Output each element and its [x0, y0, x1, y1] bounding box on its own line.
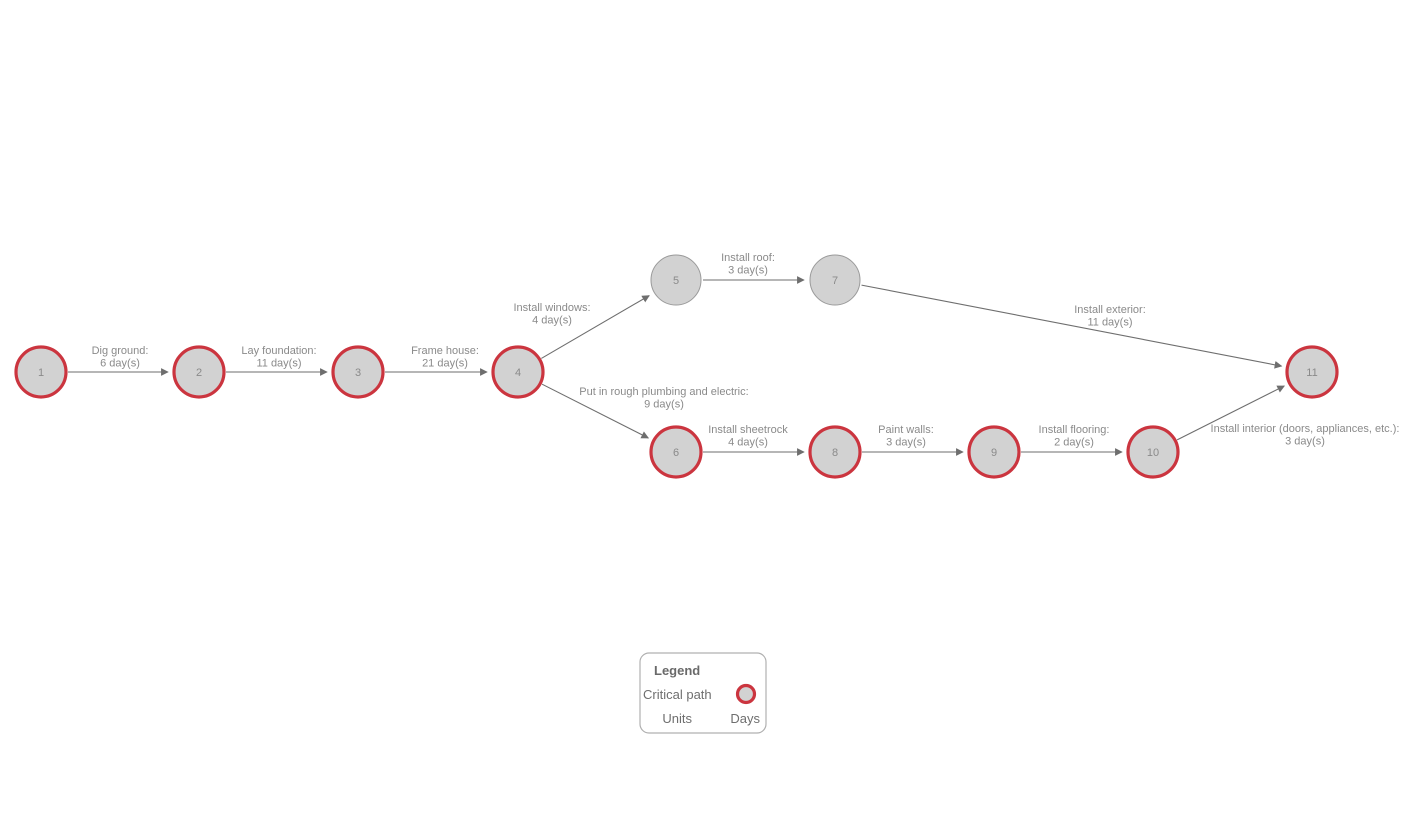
edge-duration: 21 day(s): [422, 358, 468, 370]
node-5[interactable]: 5: [650, 254, 702, 306]
node-4[interactable]: 4: [491, 345, 545, 399]
edge-duration: 4 day(s): [532, 315, 572, 327]
edge-7-to-11: [861, 284, 1283, 369]
node-label-7: 7: [832, 275, 838, 287]
node-label-1: 1: [38, 367, 44, 379]
node-label-4: 4: [515, 367, 521, 379]
edge-label-3-to-4: Frame house: 21 day(s): [411, 345, 479, 370]
edge-duration: 3 day(s): [1285, 436, 1325, 448]
legend-units-label: Units: [662, 711, 692, 726]
edge-label-6-to-8: Install sheetrock 4 day(s): [708, 424, 788, 449]
edge-label-4-to-5: Install windows: 4 day(s): [513, 302, 590, 327]
edge-task-name: Frame house:: [411, 345, 479, 357]
edge-task-name: Install exterior:: [1074, 304, 1146, 316]
edge-label-5-to-7: Install roof: 3 day(s): [721, 252, 775, 277]
edge-task-name: Install windows:: [513, 302, 590, 314]
edge-label-4-to-6: Put in rough plumbing and electric: 9 day…: [579, 386, 748, 411]
node-1[interactable]: 1: [14, 345, 68, 399]
edge-label-10-to-11: Install interior (doors, appliances, etc…: [1211, 423, 1400, 448]
edge-duration: 3 day(s): [728, 265, 768, 277]
edge-duration: 2 day(s): [1054, 437, 1094, 449]
edge-duration: 4 day(s): [728, 437, 768, 449]
edge-task-name: Install flooring:: [1039, 424, 1110, 436]
edge-label-9-to-10: Install flooring: 2 day(s): [1039, 424, 1110, 449]
edge-task-name: Paint walls:: [878, 424, 934, 436]
node-10[interactable]: 10: [1126, 425, 1180, 479]
edge-task-name: Lay foundation:: [241, 345, 316, 357]
node-7[interactable]: 7: [809, 254, 861, 306]
legend-critical-path-label: Critical path: [643, 687, 712, 702]
edge-duration: 6 day(s): [100, 358, 140, 370]
critical-path-swatch-icon: [735, 683, 757, 705]
edge-label-8-to-9: Paint walls: 3 day(s): [878, 424, 934, 449]
legend: Legend Critical path Units Days: [639, 652, 767, 734]
legend-title: Legend: [654, 663, 700, 678]
node-label-5: 5: [673, 275, 679, 287]
edge-duration: 9 day(s): [644, 399, 684, 411]
edge-label-1-to-2: Dig ground: 6 day(s): [92, 345, 149, 370]
network-diagram: Dig ground: 6 day(s)Lay foundation: 11 day…: [14, 252, 1400, 734]
node-6[interactable]: 6: [649, 425, 703, 479]
edge-task-name: Install interior (doors, appliances, etc…: [1211, 423, 1400, 435]
edge-duration: 3 day(s): [886, 437, 926, 449]
diagram-canvas: Dig ground: 6 day(s) Lay foundation: 11 day…: [0, 0, 1408, 830]
node-label-2: 2: [196, 367, 202, 379]
edge-duration: 11 day(s): [256, 358, 301, 370]
edge-labels-layer: Dig ground: 6 day(s)Lay foundation: 11 day…: [92, 252, 1400, 449]
edge-task-name: Put in rough plumbing and electric:: [579, 386, 748, 398]
node-8[interactable]: 8: [808, 425, 862, 479]
node-label-3: 3: [355, 367, 361, 379]
edge-duration: 11 day(s): [1087, 317, 1132, 329]
edge-task-name: Install roof:: [721, 252, 775, 264]
node-11[interactable]: 11: [1285, 345, 1339, 399]
edge-task-name: Install sheetrock: [708, 424, 788, 436]
node-label-8: 8: [832, 447, 838, 459]
legend-units-value: Days: [730, 711, 760, 726]
node-9[interactable]: 9: [967, 425, 1021, 479]
node-label-10: 10: [1147, 447, 1159, 459]
edge-label-2-to-3: Lay foundation: 11 day(s): [241, 345, 316, 370]
nodes-layer: 1 2 3 4 5 6 7 8 9 10 11: [14, 254, 1339, 479]
node-label-9: 9: [991, 447, 997, 459]
node-label-11: 11: [1306, 367, 1317, 379]
edge-task-name: Dig ground:: [92, 345, 149, 357]
node-3[interactable]: 3: [331, 345, 385, 399]
edge-label-7-to-11: Install exterior: 11 day(s): [1074, 304, 1146, 329]
node-label-6: 6: [673, 447, 679, 459]
node-2[interactable]: 2: [172, 345, 226, 399]
